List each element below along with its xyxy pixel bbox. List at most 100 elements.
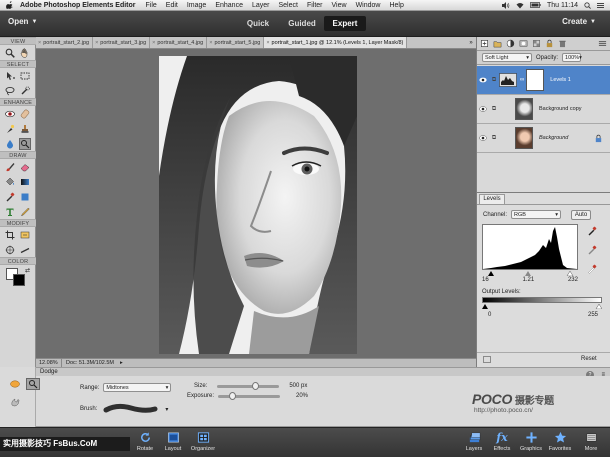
menu-edit[interactable]: Edit — [166, 2, 178, 9]
app-name[interactable]: Adobe Photoshop Elements Editor — [20, 2, 136, 9]
menu-enhance[interactable]: Enhance — [215, 2, 243, 9]
gradient-tool-icon[interactable] — [19, 176, 31, 188]
input-white-value[interactable]: 232 — [568, 277, 578, 283]
shape-tool-icon[interactable] — [19, 191, 31, 203]
pencil-tool-icon[interactable] — [19, 206, 31, 218]
layout-button[interactable]: Layout — [158, 431, 188, 452]
volume-icon[interactable] — [501, 1, 510, 9]
close-icon[interactable]: × — [209, 37, 212, 48]
swap-colors-icon[interactable]: ⇄ — [25, 267, 30, 274]
eraser-tool-icon[interactable] — [19, 161, 31, 173]
brush-tool-icon[interactable] — [4, 161, 16, 173]
output-white-handle[interactable] — [595, 304, 602, 309]
move-tool-icon[interactable] — [4, 70, 16, 82]
input-black-handle[interactable] — [488, 271, 494, 276]
red-eye-tool-icon[interactable] — [4, 108, 16, 120]
portrait-photo[interactable] — [159, 56, 357, 354]
opacity-field[interactable]: 100% ▾ — [562, 53, 582, 62]
adjustment-layer-icon[interactable] — [506, 39, 515, 48]
panel-menu-icon[interactable] — [598, 39, 607, 48]
new-group-icon[interactable] — [493, 39, 502, 48]
brush-preview[interactable] — [103, 403, 159, 415]
output-black-value[interactable]: 0 — [488, 312, 491, 318]
black-point-eyedropper-icon[interactable] — [587, 226, 597, 236]
menu-filter[interactable]: Filter — [307, 2, 323, 9]
white-point-eyedropper-icon[interactable] — [587, 264, 597, 274]
input-white-handle[interactable] — [566, 271, 574, 276]
document-tab[interactable]: × portrait_start_5.jpg — [207, 37, 265, 48]
crop-tool-icon[interactable] — [4, 229, 16, 241]
auto-button[interactable]: Auto — [571, 210, 591, 220]
marquee-tool-icon[interactable] — [19, 70, 31, 82]
trash-icon[interactable] — [558, 39, 567, 48]
document-tab[interactable]: × portrait_start_2.jpg — [36, 37, 94, 48]
size-value[interactable]: 500 px — [283, 383, 307, 389]
link-icon[interactable]: ⧉ — [489, 135, 499, 142]
levels-tab[interactable]: Levels — [479, 194, 505, 204]
straighten-tool-icon[interactable] — [19, 244, 31, 256]
rotate-button[interactable]: Rotate — [130, 431, 160, 452]
link-icon[interactable]: ⧉ — [489, 77, 499, 84]
type-tool-icon[interactable] — [4, 206, 16, 218]
background-color-swatch[interactable] — [13, 274, 25, 286]
tabs-overflow-icon[interactable]: » — [466, 37, 476, 48]
close-icon[interactable]: × — [38, 37, 41, 48]
output-levels-slider[interactable] — [482, 304, 602, 309]
menu-layer[interactable]: Layer — [252, 2, 270, 9]
input-gamma-handle[interactable] — [525, 271, 531, 276]
paint-bucket-tool-icon[interactable] — [4, 176, 16, 188]
smart-brush-tool-icon[interactable] — [4, 123, 16, 135]
range-dropdown[interactable]: Midtones ▾ — [103, 383, 172, 392]
output-white-value[interactable]: 255 — [588, 312, 598, 318]
menu-select[interactable]: Select — [278, 2, 297, 9]
output-levels-gradient[interactable] — [482, 297, 602, 303]
visibility-eye-icon[interactable] — [477, 135, 489, 141]
input-gamma-value[interactable]: 1.21 — [522, 277, 534, 283]
add-mask-icon[interactable] — [519, 39, 528, 48]
reset-button[interactable]: Reset — [581, 356, 597, 362]
zoom-tool-icon[interactable] — [4, 47, 16, 59]
mode-quick[interactable]: Quick — [236, 16, 280, 31]
new-layer-icon[interactable] — [480, 39, 489, 48]
zoom-level[interactable]: 12.08% — [36, 359, 62, 367]
exposure-slider[interactable] — [218, 391, 281, 400]
size-slider[interactable] — [217, 381, 280, 390]
effects-bin-button[interactable]: fx Effects — [487, 431, 517, 452]
layers-bin-button[interactable]: Layers — [459, 431, 489, 452]
wifi-icon[interactable] — [516, 2, 524, 9]
organizer-button[interactable]: Organizer — [188, 431, 218, 452]
document-tab[interactable]: × portrait_start_4.jpg — [150, 37, 208, 48]
hand-tool-icon[interactable] — [19, 47, 31, 59]
clip-to-layer-icon[interactable] — [483, 356, 491, 363]
recompose-tool-icon[interactable] — [19, 229, 31, 241]
graphics-bin-button[interactable]: Graphics — [516, 431, 546, 452]
sponge-tool-icon[interactable] — [8, 378, 22, 390]
gray-point-eyedropper-icon[interactable] — [587, 245, 597, 255]
exposure-slider-knob[interactable] — [229, 391, 237, 400]
mode-guided[interactable]: Guided — [280, 16, 324, 31]
link-icon[interactable]: ⧉ — [489, 106, 499, 113]
menu-view[interactable]: View — [332, 2, 347, 9]
input-black-value[interactable]: 16 — [482, 277, 489, 283]
dodge-option-icon[interactable] — [26, 378, 40, 390]
quick-selection-tool-icon[interactable] — [19, 85, 31, 97]
dodge-tool-icon[interactable] — [19, 137, 32, 150]
status-menu-icon[interactable]: ▸ — [120, 359, 123, 367]
document-tab[interactable]: × portrait_start_3.jpg — [93, 37, 151, 48]
menubar-clock[interactable]: Thu 11:14 — [547, 2, 578, 9]
close-icon[interactable]: × — [152, 37, 155, 48]
spotlight-search-icon[interactable] — [584, 1, 591, 9]
apple-menu-icon[interactable] — [6, 1, 14, 9]
visibility-eye-icon[interactable] — [477, 77, 489, 83]
notification-list-icon[interactable] — [597, 2, 604, 9]
blend-mode-dropdown[interactable]: Soft Light ▾ — [482, 53, 532, 62]
more-button[interactable]: More — [576, 431, 606, 452]
blur-tool-icon[interactable] — [4, 138, 16, 150]
menu-window[interactable]: Window — [356, 2, 381, 9]
color-picker-tool-icon[interactable] — [4, 191, 16, 203]
layer-row-background[interactable]: ⧉ Background — [477, 124, 610, 153]
lock-icon[interactable] — [545, 39, 554, 48]
create-button[interactable]: Create ▼ — [562, 17, 596, 26]
layer-lock-icon[interactable] — [594, 134, 603, 143]
channel-dropdown[interactable]: RGB ▾ — [511, 210, 562, 219]
